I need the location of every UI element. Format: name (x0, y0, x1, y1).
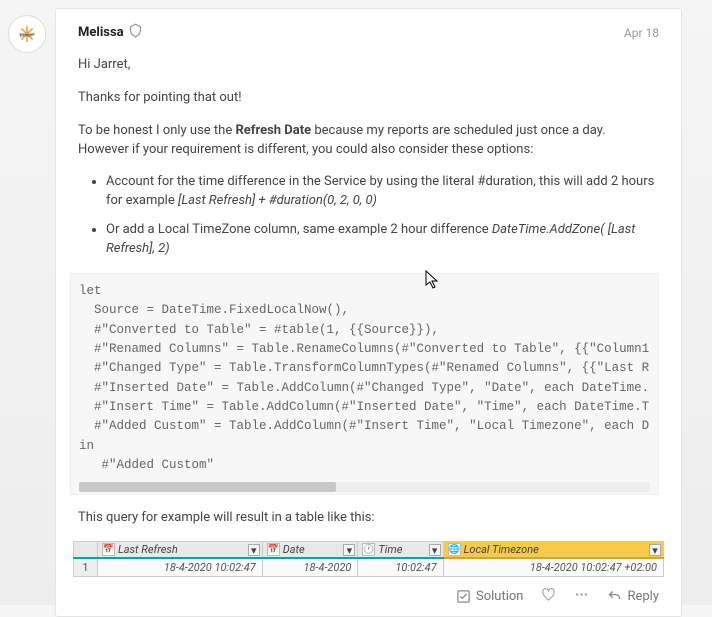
post-body: Hi Jarret, Thanks for pointing that out!… (78, 56, 659, 577)
cell: 18-4-2020 (262, 558, 358, 577)
col-date[interactable]: 📅Date ▾ (262, 542, 358, 559)
col-local-timezone[interactable]: 🌐Local Timezone ▾ (443, 542, 663, 559)
code-block: let Source = DateTime.FixedLocalNow(), #… (70, 273, 659, 495)
thanks-line: Thanks for pointing that out! (78, 89, 659, 108)
list-item: Or add a Local TimeZone column, same exa… (106, 221, 659, 259)
post-date: Apr 18 (624, 26, 659, 40)
greeting: Hi Jarret, (78, 56, 659, 75)
result-table-wrap: 📅Last Refresh ▾ 📅Date ▾ 🕐Time ▾ 🌐Local T… (73, 541, 664, 577)
col-label: Last Refresh (118, 543, 178, 556)
text: To be honest I only use the (78, 123, 235, 138)
table-row: 1 18-4-2020 10:02:47 18-4-2020 10:02:47 … (74, 558, 664, 577)
heart-icon (541, 587, 556, 602)
cell: 10:02:47 (358, 558, 443, 577)
table-header-row: 📅Last Refresh ▾ 📅Date ▾ 🕐Time ▾ 🌐Local T… (74, 542, 664, 559)
time-type-icon: 🕐 (362, 543, 375, 556)
list-item: Account for the time difference in the S… (106, 173, 659, 211)
author-name[interactable]: Melissa (78, 23, 143, 42)
datetime-type-icon: 📅 (102, 543, 115, 556)
table-intro: This query for example will result in a … (78, 509, 659, 528)
verified-shield-icon (128, 23, 143, 42)
column-dropdown-icon[interactable]: ▾ (248, 544, 260, 556)
column-dropdown-icon[interactable]: ▾ (343, 544, 355, 556)
author-text: Melissa (78, 25, 124, 40)
forum-post: EXPERT Melissa Apr 18 Hi Jarret, Thanks … (55, 8, 682, 617)
col-label: Time (378, 543, 402, 556)
svg-text:EXPERT: EXPERT (20, 32, 35, 37)
cell: 18-4-2020 10:02:47 +02:00 (443, 558, 663, 577)
intro-paragraph: To be honest I only use the Refresh Date… (78, 122, 659, 160)
options-list: Account for the time difference in the S… (106, 173, 659, 258)
post-header: Melissa Apr 18 (78, 23, 659, 42)
column-dropdown-icon[interactable]: ▾ (429, 544, 441, 556)
refresh-date-strong: Refresh Date (235, 123, 311, 138)
horizontal-scrollbar[interactable] (79, 482, 650, 492)
avatar[interactable]: EXPERT (8, 15, 46, 53)
col-label: Local Timezone (464, 543, 539, 556)
row-header-blank (74, 542, 98, 559)
column-dropdown-icon[interactable]: ▾ (649, 544, 661, 556)
text: Or add a Local TimeZone column, same exa… (106, 222, 492, 237)
cell: 18-4-2020 10:02:47 (98, 558, 263, 577)
date-type-icon: 📅 (267, 543, 280, 556)
datetimezone-type-icon: 🌐 (448, 543, 461, 556)
col-label: Date (283, 543, 305, 556)
result-table: 📅Last Refresh ▾ 📅Date ▾ 🕐Time ▾ 🌐Local T… (73, 541, 664, 577)
row-number: 1 (74, 558, 98, 577)
col-time[interactable]: 🕐Time ▾ (358, 542, 443, 559)
code-content: let Source = DateTime.FixedLocalNow(), #… (79, 282, 650, 476)
col-last-refresh[interactable]: 📅Last Refresh ▾ (98, 542, 263, 559)
code-inline: [Last Refresh] + #duration(0, 2, 0, 0) (178, 193, 377, 208)
scrollbar-thumb[interactable] (79, 482, 336, 492)
ellipsis-icon (574, 587, 589, 602)
